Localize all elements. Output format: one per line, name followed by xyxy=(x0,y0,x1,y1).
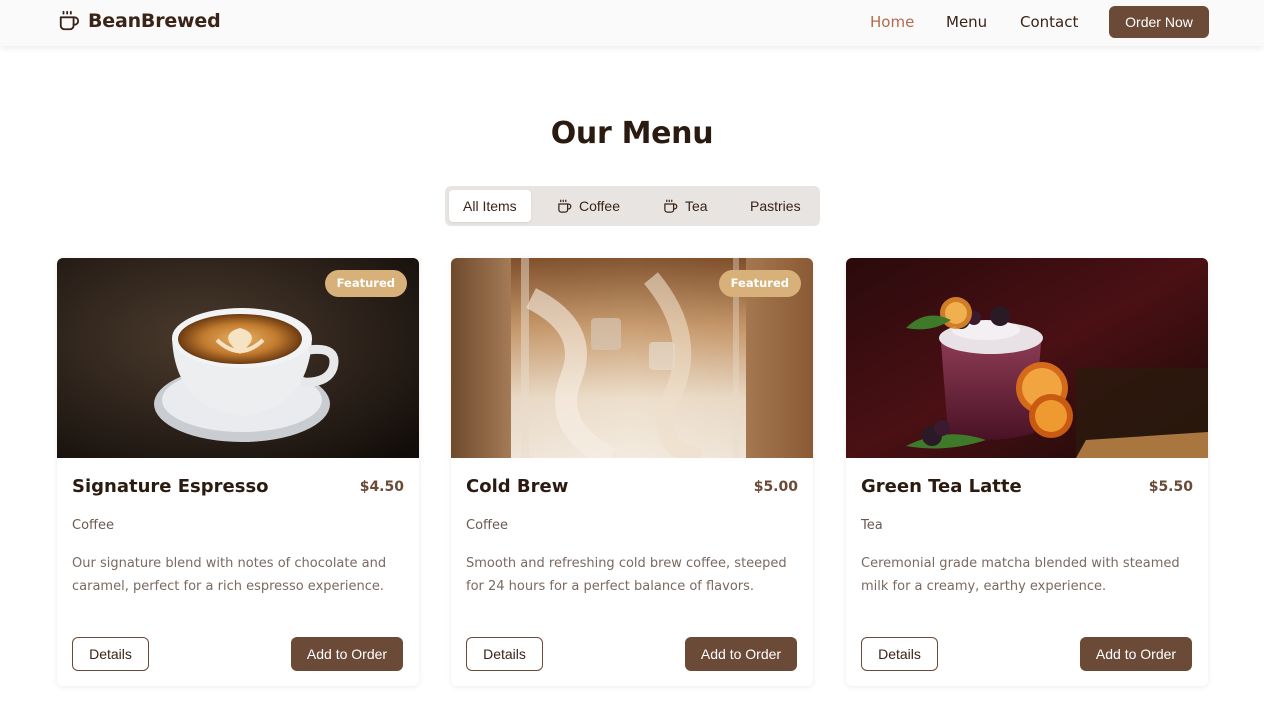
brand-name: BeanBrewed xyxy=(88,10,221,32)
details-button[interactable]: Details xyxy=(72,637,149,671)
item-name: Cold Brew xyxy=(466,476,569,497)
tab-pastries[interactable]: Pastries xyxy=(736,190,815,222)
item-name: Green Tea Latte xyxy=(861,476,1022,497)
cold-brew-image: Featured xyxy=(451,258,813,458)
tab-label: All Items xyxy=(463,198,517,214)
coffee-cup-icon xyxy=(664,199,678,213)
tab-all-items[interactable]: All Items xyxy=(449,190,531,222)
menu-filter-tabs: All Items Coffee Tea Pastries xyxy=(445,186,820,226)
menu-card-cold-brew: Featured Cold Brew $5.00 Coffee Smooth a… xyxy=(451,258,813,686)
page-title: Our Menu xyxy=(550,116,714,151)
tab-label: Coffee xyxy=(579,198,620,214)
item-price: $5.50 xyxy=(1148,479,1193,495)
tab-tea[interactable]: Tea xyxy=(649,190,722,222)
item-category: Coffee xyxy=(72,518,114,533)
item-price: $4.50 xyxy=(359,479,404,495)
details-button[interactable]: Details xyxy=(861,637,938,671)
nav-menu-link[interactable]: Menu xyxy=(946,13,987,31)
item-description: Our signature blend with notes of chocol… xyxy=(72,556,387,594)
add-to-order-button[interactable]: Add to Order xyxy=(291,637,403,671)
green-tea-latte-image xyxy=(846,258,1208,458)
featured-badge: Featured xyxy=(718,270,801,297)
espresso-image: Featured xyxy=(57,258,419,458)
tab-label: Tea xyxy=(685,198,708,214)
details-button[interactable]: Details xyxy=(466,637,543,671)
item-name: Signature Espresso xyxy=(72,476,269,497)
item-price: $5.00 xyxy=(753,479,798,495)
item-category: Coffee xyxy=(466,518,508,533)
item-description: Smooth and refreshing cold brew coffee, … xyxy=(466,556,787,594)
tab-label: Pastries xyxy=(750,198,801,214)
add-to-order-button[interactable]: Add to Order xyxy=(1080,637,1192,671)
navbar: BeanBrewed Home Menu Contact Order Now xyxy=(0,0,1264,46)
tab-coffee[interactable]: Coffee xyxy=(543,190,634,222)
add-to-order-button[interactable]: Add to Order xyxy=(685,637,797,671)
nav-contact-link[interactable]: Contact xyxy=(1020,13,1078,31)
order-now-button[interactable]: Order Now xyxy=(1109,6,1209,38)
coffee-cup-icon xyxy=(59,10,80,31)
coffee-cup-icon xyxy=(558,199,572,213)
brand-logo[interactable]: BeanBrewed xyxy=(58,10,221,32)
item-description: Ceremonial grade matcha blended with ste… xyxy=(861,556,1180,594)
nav-home-link[interactable]: Home xyxy=(870,13,914,31)
item-category: Tea xyxy=(861,518,883,533)
menu-card-signature-espresso: Featured Signature Espresso $4.50 Coffee… xyxy=(57,258,419,686)
menu-card-green-tea-latte: Green Tea Latte $5.50 Tea Ceremonial gra… xyxy=(846,258,1208,686)
featured-badge: Featured xyxy=(324,270,407,297)
